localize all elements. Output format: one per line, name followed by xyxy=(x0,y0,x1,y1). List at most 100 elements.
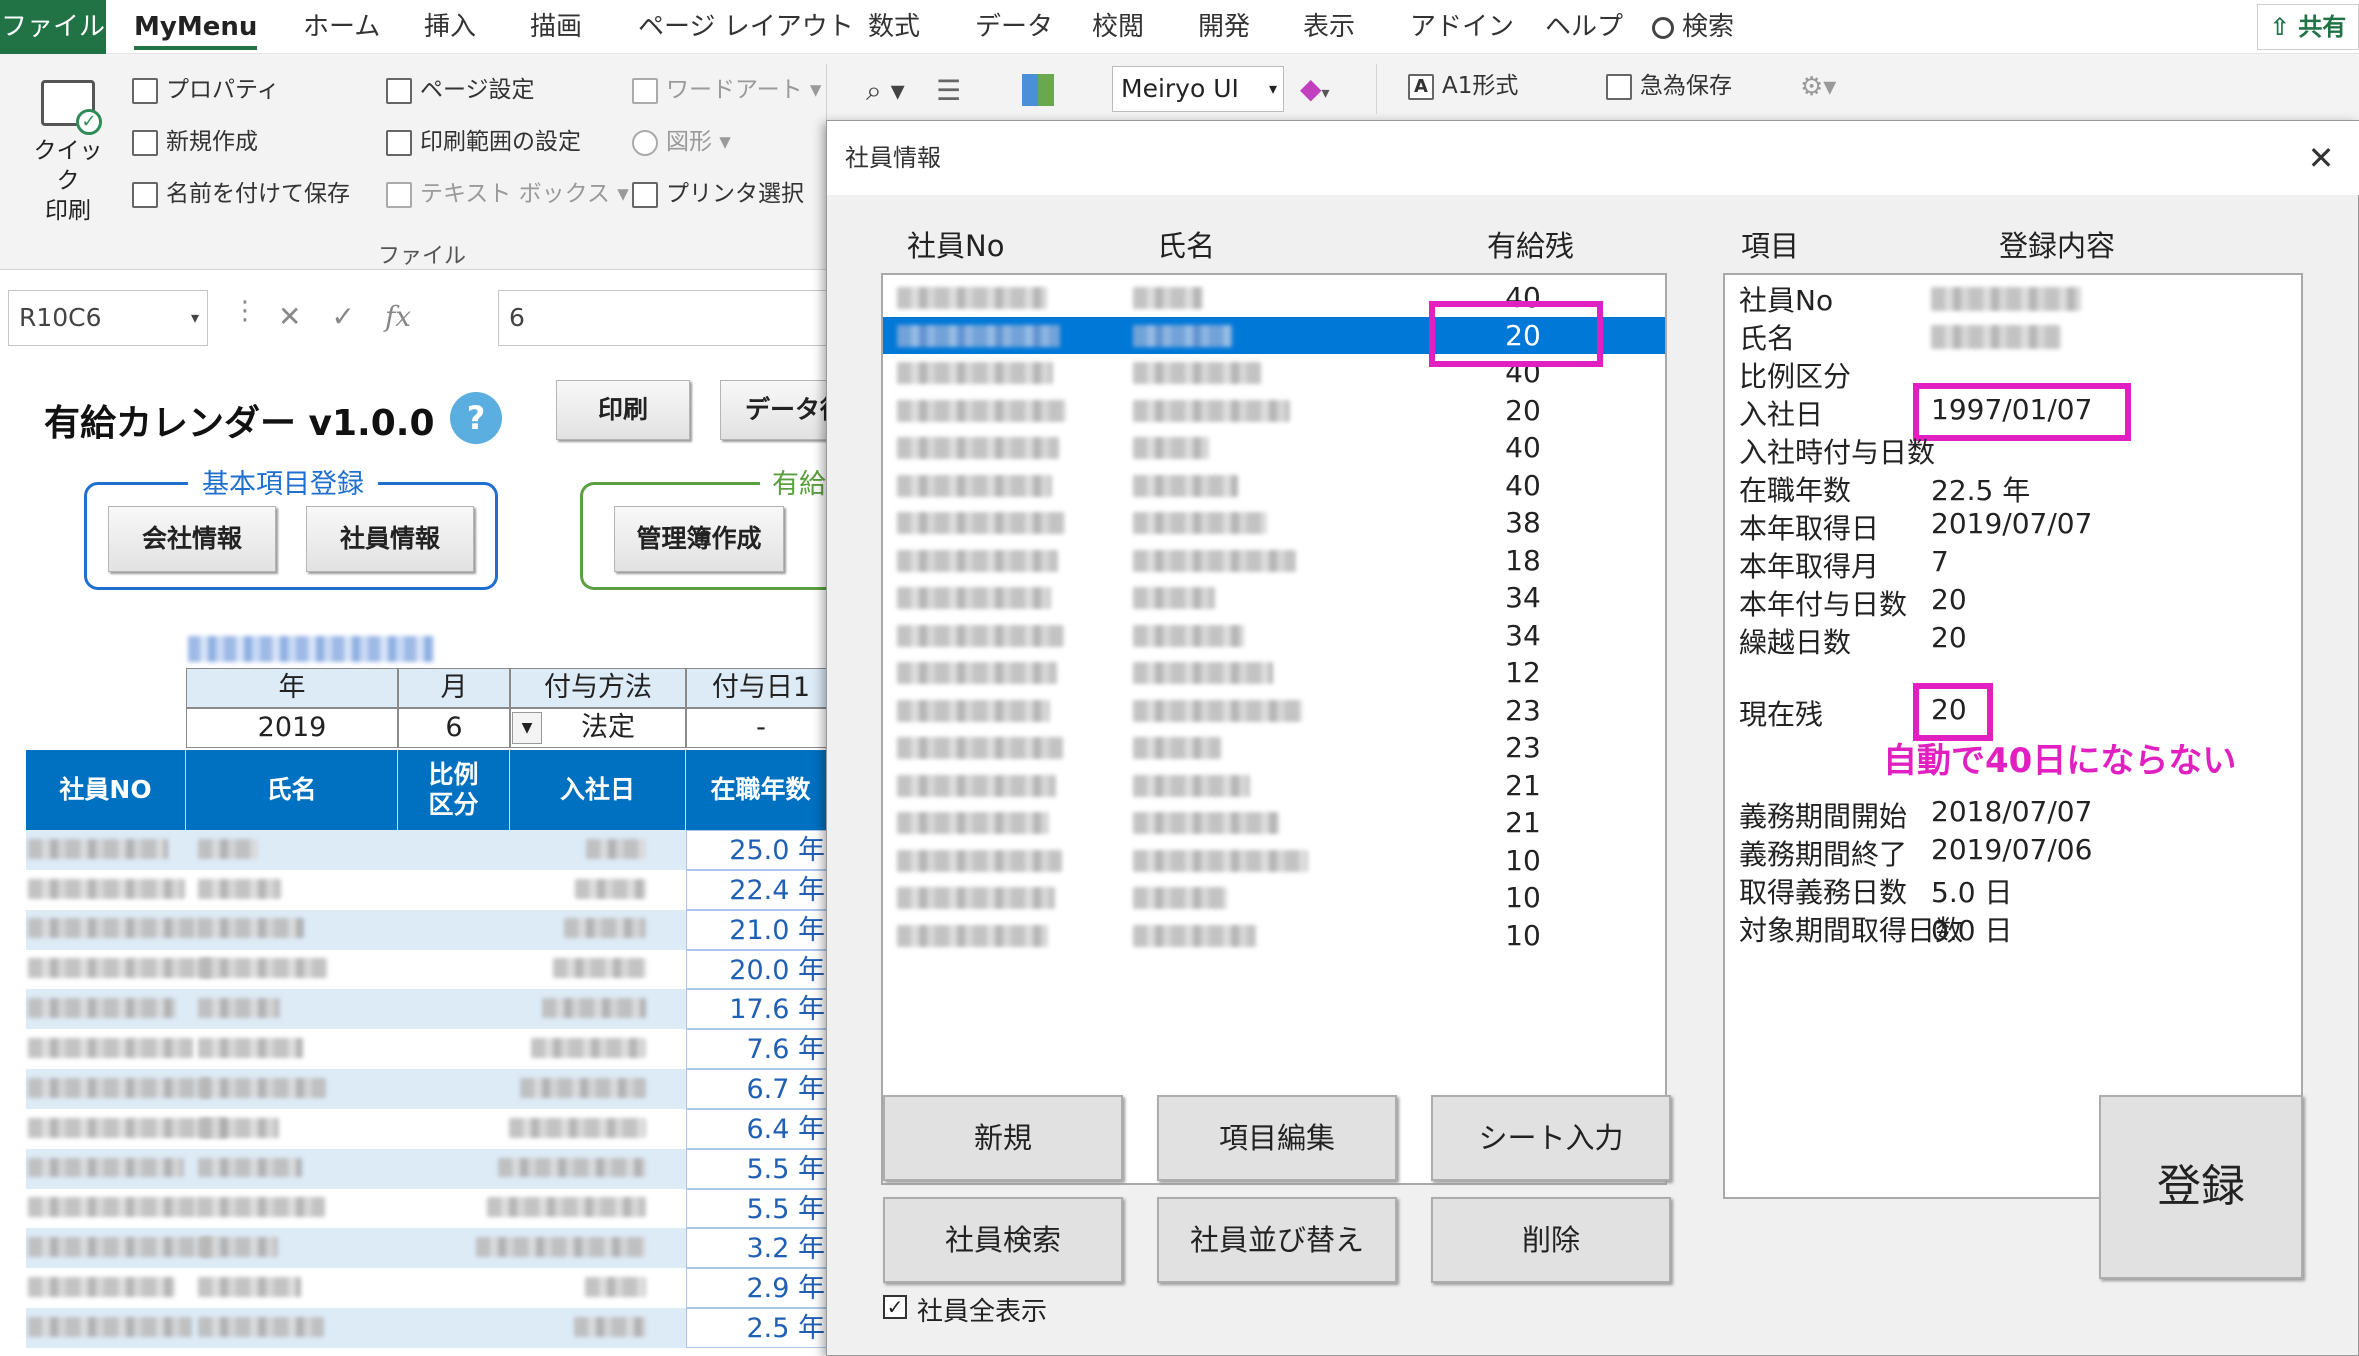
years-cell[interactable]: 5.5 年 xyxy=(686,1188,836,1229)
list-item[interactable]: 21 xyxy=(883,804,1665,842)
detail-label: 本年付与日数 xyxy=(1739,588,1908,621)
list-item[interactable]: 38 xyxy=(883,504,1665,542)
param-month-cell[interactable]: 6 xyxy=(398,708,510,748)
ledger-create-button[interactable]: 管理簿作成 xyxy=(614,506,784,572)
list-item[interactable]: 20 xyxy=(883,392,1665,430)
employee-info-button[interactable]: 社員情報 xyxy=(306,506,474,572)
detail-label: 義務期間終了 xyxy=(1739,838,1908,872)
years-cell[interactable]: 22.4 年 xyxy=(686,869,836,910)
years-cell[interactable]: 21.0 年 xyxy=(686,909,836,950)
list-item[interactable]: 12 xyxy=(883,654,1665,692)
list-item[interactable]: 21 xyxy=(883,767,1665,805)
detail-label: 対象期間取得日数 xyxy=(1739,914,1964,948)
printer-select-button[interactable]: プリンタ選択 xyxy=(632,176,804,212)
text-box-icon xyxy=(386,181,412,208)
new-button[interactable]: 新規作成 xyxy=(132,124,258,160)
tab-file[interactable]: ファイル xyxy=(0,0,106,54)
word-art-button[interactable]: ワードアート ▾ xyxy=(632,72,821,108)
share-button[interactable]: ⇧ 共有 xyxy=(2257,4,2359,50)
years-cell[interactable]: 2.9 年 xyxy=(686,1268,836,1309)
blurred-employee-no xyxy=(897,624,1064,647)
tab-draw[interactable]: 描画 xyxy=(530,0,582,54)
tab-formulas[interactable]: 数式 xyxy=(868,0,920,54)
enter-icon[interactable]: ✓ xyxy=(331,300,384,333)
list-item[interactable]: 34 xyxy=(883,579,1665,617)
years-cell[interactable]: 7.6 年 xyxy=(686,1029,836,1070)
blurred-name xyxy=(1133,924,1256,947)
cancel-icon[interactable]: ✕ xyxy=(278,300,331,333)
close-icon[interactable]: ✕ xyxy=(2302,139,2340,177)
employee-listbox[interactable]: 40 20 40 20 40 40 38 18 34 34 12 23 23 21 21 10 10 10 xyxy=(881,273,1667,1185)
years-cell[interactable]: 17.6 年 xyxy=(686,989,836,1030)
help-icon[interactable]: ? xyxy=(450,392,502,444)
new-button[interactable]: 新規 xyxy=(883,1095,1123,1181)
show-all-checkbox[interactable]: ✓ xyxy=(883,1295,907,1319)
quick-save-button[interactable]: 急為保存 xyxy=(1606,68,1732,104)
save-as-button[interactable]: 名前を付けて保存 xyxy=(132,176,350,212)
tab-view[interactable]: 表示 xyxy=(1303,0,1355,54)
list-item[interactable]: 23 xyxy=(883,729,1665,767)
dropdown-arrow-icon[interactable]: ▼ xyxy=(512,712,542,744)
tab-developer[interactable]: 開発 xyxy=(1198,0,1250,54)
years-cell[interactable]: 25.0 年 xyxy=(686,830,836,870)
list-item[interactable]: 10 xyxy=(883,842,1665,880)
years-cell[interactable]: 2.5 年 xyxy=(686,1308,836,1349)
blurred-employee-no xyxy=(897,774,1056,797)
employee-sort-button[interactable]: 社員並び替え xyxy=(1157,1197,1397,1283)
blurred-employee-no xyxy=(28,1157,184,1178)
print-area-button[interactable]: 印刷範囲の設定 xyxy=(386,124,581,160)
list-item[interactable]: 20 xyxy=(883,300,1665,367)
align-icon[interactable]: ☰ xyxy=(936,74,961,107)
tab-help[interactable]: ヘルプ xyxy=(1545,0,1623,54)
years-cell[interactable]: 20.0 年 xyxy=(686,949,836,990)
search-box[interactable]: 検索 xyxy=(1652,0,1734,54)
tab-insert[interactable]: 挿入 xyxy=(424,0,476,54)
tab-addins[interactable]: アドイン xyxy=(1410,0,1514,54)
blurred-employee-no xyxy=(897,362,1053,384)
table-row: 7.6 年 xyxy=(26,1029,836,1070)
formula-input[interactable]: 6 xyxy=(498,290,830,346)
tab-review[interactable]: 校閲 xyxy=(1092,0,1144,54)
delete-button[interactable]: 削除 xyxy=(1431,1197,1671,1283)
years-cell[interactable]: 3.2 年 xyxy=(686,1228,836,1269)
sheet-input-button[interactable]: シート入力 xyxy=(1431,1095,1671,1181)
text-box-button[interactable]: テキスト ボックス ▾ xyxy=(386,176,629,212)
employee-search-button[interactable]: 社員検索 xyxy=(883,1197,1123,1283)
blurred-employee-no xyxy=(28,1277,175,1298)
company-info-button[interactable]: 会社情報 xyxy=(108,506,276,572)
detail-listbox[interactable]: 社員No 氏名 比例区分 入社日 1997/01/07 入社時付与日数 在職年数 22.5 年… xyxy=(1723,273,2303,1199)
quick-print-button[interactable]: ✓ クイック 印刷 xyxy=(26,74,110,224)
years-cell[interactable]: 5.5 年 xyxy=(686,1148,836,1189)
tab-data[interactable]: データ xyxy=(975,0,1053,54)
years-cell[interactable]: 6.7 年 xyxy=(686,1069,836,1109)
list-item[interactable]: 10 xyxy=(883,879,1665,917)
edit-item-button[interactable]: 項目編集 xyxy=(1157,1095,1397,1181)
detail-value: 5.0 日 xyxy=(1931,876,2013,910)
tools-icon[interactable]: ⚙▾ xyxy=(1800,72,1836,102)
list-item[interactable]: 40 xyxy=(883,467,1665,505)
fx-icon[interactable]: fx xyxy=(385,300,411,333)
years-cell[interactable]: 6.4 年 xyxy=(686,1108,836,1149)
param-grant-day-cell[interactable]: - xyxy=(686,708,836,748)
find-icon[interactable]: ⌕ ▾ xyxy=(866,74,905,108)
font-name-select[interactable]: Meiryo UI ▾ xyxy=(1112,66,1284,112)
shapes-button[interactable]: 図形 ▾ xyxy=(632,124,731,160)
name-box[interactable]: R10C6 ▾ xyxy=(8,290,208,346)
list-item[interactable]: 40 xyxy=(883,429,1665,467)
page-setup-button[interactable]: ページ設定 xyxy=(386,72,535,108)
tab-home[interactable]: ホーム xyxy=(303,0,380,54)
a1-format-button[interactable]: A A1形式 xyxy=(1408,68,1518,104)
layout-icon[interactable] xyxy=(1022,74,1054,106)
tab-mymenu[interactable]: MyMenu xyxy=(134,0,258,50)
leave-balance: 23 xyxy=(1505,693,1541,727)
properties-button[interactable]: プロパティ xyxy=(132,72,280,108)
tab-page-layout[interactable]: ページ レイアウト xyxy=(638,0,854,54)
eraser-icon[interactable]: ◆▾ xyxy=(1300,72,1330,105)
list-item[interactable]: 34 xyxy=(883,617,1665,655)
list-item[interactable]: 10 xyxy=(883,917,1665,955)
param-year-cell[interactable]: 2019 xyxy=(186,708,398,748)
list-item[interactable]: 23 xyxy=(883,692,1665,730)
list-item[interactable]: 18 xyxy=(883,542,1665,580)
register-button[interactable]: 登録 xyxy=(2099,1095,2303,1279)
print-button[interactable]: 印刷 xyxy=(556,380,690,440)
